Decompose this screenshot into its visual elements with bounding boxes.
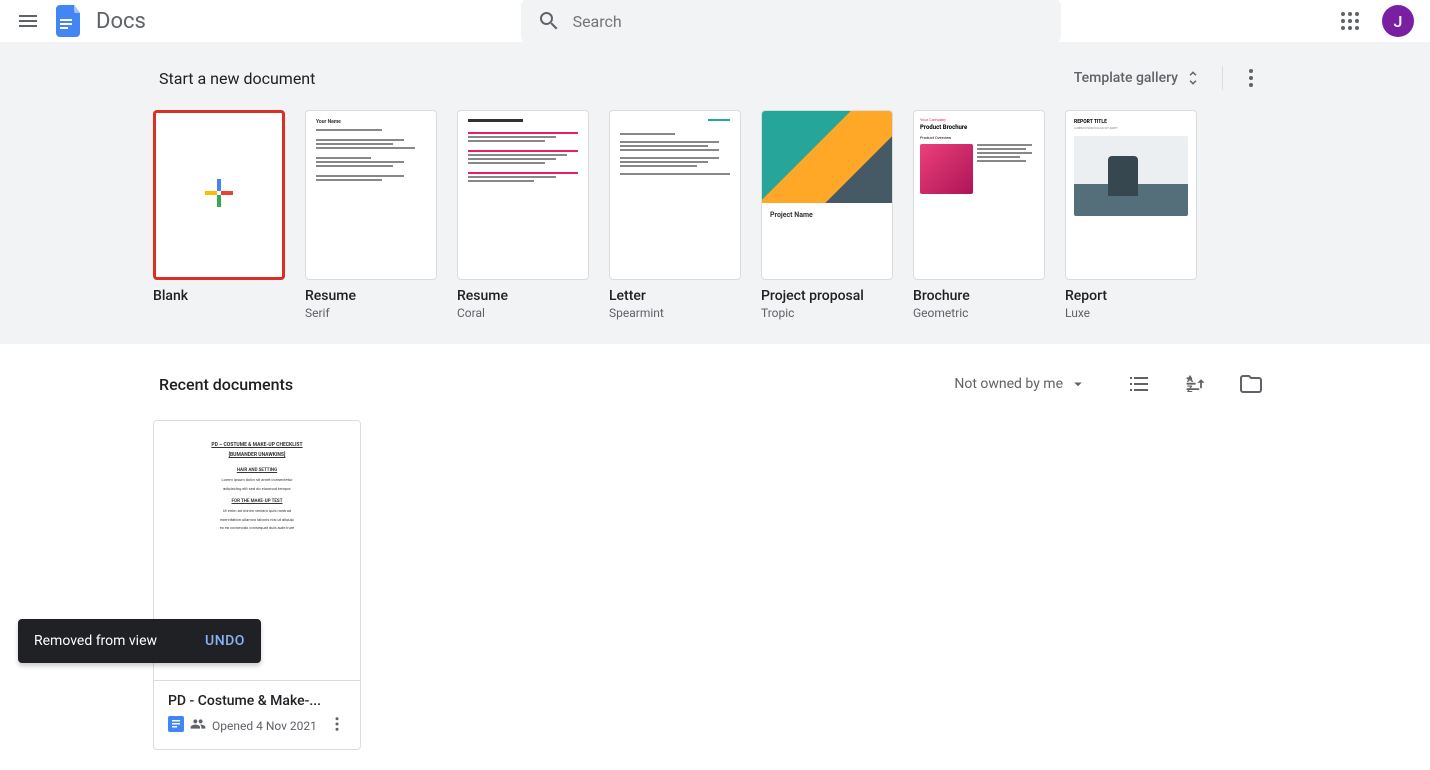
template-label: Resume [457, 288, 589, 304]
unfold-icon [1184, 69, 1202, 87]
docs-logo-icon [50, 3, 86, 39]
filter-label: Not owned by me [954, 376, 1063, 392]
template-letter-spearmint[interactable]: Letter Spearmint [609, 110, 741, 320]
template-brochure[interactable]: Your Company Product Brochure Product Over… [913, 110, 1045, 320]
list-icon [1127, 372, 1151, 396]
template-subtitle: Tropic [761, 306, 893, 320]
template-subtitle: Serif [305, 306, 437, 320]
template-subtitle: Geometric [913, 306, 1045, 320]
svg-text:A: A [1187, 375, 1194, 385]
plus-icon [197, 171, 241, 219]
docs-file-icon [168, 716, 184, 736]
template-label: Blank [153, 288, 285, 304]
app-title: Docs [96, 9, 146, 34]
toast-message: Removed from view [34, 633, 157, 649]
template-resume-coral[interactable]: Resume Coral [457, 110, 589, 320]
undo-button[interactable]: UNDO [205, 633, 245, 649]
template-resume-serif[interactable]: Your Name Resume Serif [305, 110, 437, 320]
template-subtitle: Coral [457, 306, 589, 320]
template-section-title: Start a new document [159, 69, 315, 88]
docs-logo[interactable] [48, 1, 88, 41]
main-menu-button[interactable] [16, 9, 40, 33]
document-card[interactable]: PD – COSTUME & MAKE-UP CHECKLIST [BUMAND… [153, 420, 361, 750]
document-name: PD - Costume & Make-... [168, 693, 346, 709]
owner-filter-dropdown[interactable]: Not owned by me [946, 369, 1095, 399]
template-blank[interactable]: Blank [153, 110, 285, 320]
dropdown-arrow-icon [1069, 375, 1087, 393]
template-label: Letter [609, 288, 741, 304]
more-vert-icon [328, 715, 346, 733]
template-gallery-button[interactable]: Template gallery [1062, 63, 1214, 93]
preview-text: Your Name [316, 119, 426, 126]
template-label: Project proposal [761, 288, 893, 304]
preview-text: Your Company [920, 117, 1038, 122]
divider [1222, 66, 1223, 90]
template-gallery-label: Template gallery [1074, 70, 1178, 86]
document-more-button[interactable] [328, 715, 346, 737]
template-label: Resume [305, 288, 437, 304]
google-apps-button[interactable] [1330, 1, 1370, 41]
preview-text: Product Overview [920, 135, 1038, 140]
template-report[interactable]: REPORT TITLELOREM IPSUM DOLOR SIT AMET R… [1065, 110, 1197, 320]
more-vert-icon [1239, 66, 1263, 90]
template-label: Report [1065, 288, 1197, 304]
svg-text:Z: Z [1187, 385, 1193, 395]
template-subtitle: Spearmint [609, 306, 741, 320]
preview-text: REPORT TITLE [1074, 119, 1188, 125]
preview-text: LOREM IPSUM DOLOR SIT AMET [1074, 126, 1188, 130]
list-view-button[interactable] [1119, 364, 1159, 404]
template-more-button[interactable] [1231, 58, 1271, 98]
account-avatar[interactable]: J [1382, 5, 1414, 37]
sort-az-icon: AZ [1183, 372, 1207, 396]
shared-icon [190, 716, 206, 736]
sort-button[interactable]: AZ [1175, 364, 1215, 404]
folder-icon [1239, 372, 1263, 396]
undo-toast: Removed from view UNDO [18, 619, 261, 663]
search-input[interactable] [573, 12, 1045, 31]
search-icon [537, 9, 561, 33]
file-picker-button[interactable] [1231, 364, 1271, 404]
template-project-proposal[interactable]: Project Name Project proposal Tropic [761, 110, 893, 320]
document-opened-date: Opened 4 Nov 2021 [212, 719, 322, 733]
template-subtitle: Luxe [1065, 306, 1197, 320]
template-label: Brochure [913, 288, 1045, 304]
search-box[interactable] [521, 0, 1061, 44]
recent-section-title: Recent documents [159, 375, 293, 394]
apps-grid-icon [1338, 9, 1362, 33]
hamburger-icon [16, 9, 40, 33]
preview-text: Product Brochure [920, 124, 1038, 131]
preview-text: Project Name [762, 203, 892, 227]
